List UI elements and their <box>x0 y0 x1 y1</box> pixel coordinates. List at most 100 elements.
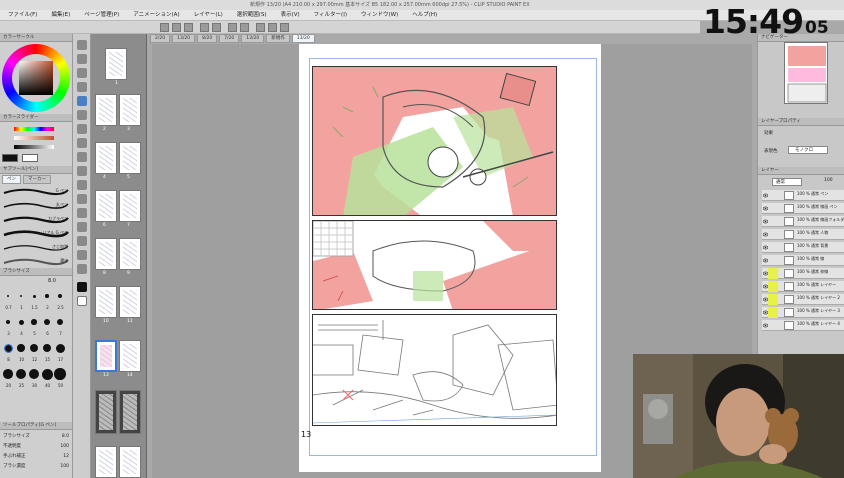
brush-item[interactable]: さじ加減 <box>2 241 70 254</box>
subtool-tab-marker[interactable]: マーカー <box>23 175 51 184</box>
doc-tab[interactable]: 新規作 <box>266 34 290 43</box>
main-color-swatch[interactable] <box>2 154 18 162</box>
layer-row[interactable]: 100 % 通常 枠線 <box>762 268 844 279</box>
eye-icon[interactable] <box>762 284 769 289</box>
correct-line-tool-icon[interactable] <box>77 264 87 274</box>
page-thumbnail[interactable] <box>119 190 141 222</box>
ruler-tool-icon[interactable] <box>77 222 87 232</box>
menu-animation[interactable]: アニメーション(A) <box>133 10 179 20</box>
brush-size-preset[interactable] <box>58 294 62 298</box>
page-thumbnail[interactable] <box>119 390 141 434</box>
brush-size-preset[interactable] <box>3 369 13 379</box>
brush-size-preset[interactable] <box>54 368 66 380</box>
undo-icon[interactable] <box>200 23 209 32</box>
menu-filter[interactable]: フィルター(I) <box>314 10 347 20</box>
brush-size-preset[interactable] <box>18 319 24 325</box>
doc-tab[interactable]: 7/20 <box>219 34 240 43</box>
eye-icon[interactable] <box>762 271 769 276</box>
layer-row[interactable]: 100 % 通常 ペン <box>762 190 844 201</box>
blend-mode-select[interactable]: 通常 <box>772 178 802 186</box>
brush-size-grid[interactable]: 0.7 1 1.5 2 2.5 3 4 5 6 7 8 10 12 15 17 20 25 30 40 50 <box>2 288 72 418</box>
eye-icon[interactable] <box>762 310 769 315</box>
main-color-icon[interactable] <box>77 282 87 292</box>
open-icon[interactable] <box>172 23 181 32</box>
brush-size-preset[interactable] <box>19 294 23 298</box>
property-row[interactable]: ブラシ濃度 100 <box>3 462 69 472</box>
brush-tool-icon[interactable] <box>77 124 87 134</box>
frame-tool-icon[interactable] <box>77 208 87 218</box>
hue-slider[interactable] <box>14 127 54 131</box>
brush-size-preset[interactable] <box>28 368 40 380</box>
expression-color-select[interactable]: モノクロ <box>788 146 828 154</box>
airbrush-tool-icon[interactable] <box>77 138 87 148</box>
brush-size-preset[interactable] <box>44 319 50 325</box>
manga-page[interactable]: 13 <box>299 44 601 472</box>
page-thumbnail[interactable] <box>119 286 141 318</box>
save-icon[interactable] <box>184 23 193 32</box>
brush-size-preset[interactable] <box>7 295 9 297</box>
operation-tool-icon[interactable] <box>77 68 87 78</box>
brush-item[interactable]: 丸ペン <box>2 199 70 212</box>
brush-size-preset[interactable] <box>56 318 64 326</box>
layer-row[interactable]: 100 % 通常 線画 ペン <box>762 203 844 214</box>
eye-icon[interactable] <box>762 206 769 211</box>
menu-selection[interactable]: 選択範囲(S) <box>237 10 267 20</box>
page-thumbnail[interactable] <box>95 142 117 174</box>
brush-size-preset[interactable] <box>30 344 38 352</box>
eye-icon[interactable] <box>762 323 769 328</box>
eye-icon[interactable] <box>762 297 769 302</box>
brush-item[interactable]: 濃淡 <box>2 255 70 268</box>
menu-help[interactable]: ヘルプ(H) <box>412 10 437 20</box>
comic-panel-2[interactable] <box>312 220 557 310</box>
move-tool-icon[interactable] <box>77 54 87 64</box>
value-slider[interactable] <box>14 145 54 149</box>
comic-panel-1[interactable] <box>312 66 557 216</box>
brush-size-preset[interactable] <box>3 343 13 353</box>
doc-tab[interactable]: 13/20 <box>241 34 265 43</box>
layer-row[interactable]: 100 % 通常 レイヤー 4 <box>762 320 844 331</box>
brush-size-preset[interactable] <box>32 294 36 298</box>
brush-size-preset[interactable] <box>17 344 25 352</box>
pencil-tool-icon[interactable] <box>77 110 87 120</box>
doc-tab[interactable]: 2/20 <box>150 34 171 43</box>
brush-size-preset[interactable] <box>5 319 11 325</box>
eraser-tool-icon[interactable] <box>77 152 87 162</box>
gradient-tool-icon[interactable] <box>77 180 87 190</box>
brush-item[interactable]: カブラペン <box>2 213 70 226</box>
page-thumbnail[interactable] <box>95 190 117 222</box>
brush-size-preset[interactable] <box>45 294 49 298</box>
doc-tab-active[interactable]: 13/20 <box>291 34 315 43</box>
selection-tool-icon[interactable] <box>77 82 87 92</box>
eye-icon[interactable] <box>762 219 769 224</box>
property-row[interactable]: 手ぶれ補正 12 <box>3 452 69 462</box>
menu-layer[interactable]: レイヤー(L) <box>194 10 223 20</box>
layer-row[interactable]: 100 % 通常 背景 <box>762 242 844 253</box>
page-thumbnail[interactable] <box>105 48 127 80</box>
doc-tab[interactable]: 13/20 <box>172 34 196 43</box>
layer-row[interactable]: 100 % 通常 レイヤー <box>762 281 844 292</box>
brush-item[interactable]: リアル G ペン <box>2 227 70 240</box>
color-wheel[interactable] <box>2 44 70 112</box>
eye-icon[interactable] <box>762 258 769 263</box>
brush-size-preset[interactable] <box>42 343 52 353</box>
layer-row[interactable]: 100 % 通常 レイヤー 2 <box>762 294 844 305</box>
menu-page[interactable]: ページ管理(P) <box>84 10 119 20</box>
sub-color-swatch[interactable] <box>22 154 38 162</box>
redo-icon[interactable] <box>212 23 221 32</box>
text-tool-icon[interactable] <box>77 236 87 246</box>
balloon-tool-icon[interactable] <box>77 250 87 260</box>
menu-window[interactable]: ウィンドウ(W) <box>361 10 398 20</box>
brush-size-preset[interactable] <box>55 343 65 353</box>
brush-item[interactable]: G ペン <box>2 185 70 198</box>
menu-view[interactable]: 表示(V) <box>281 10 300 20</box>
menu-edit[interactable]: 編集(E) <box>51 10 70 20</box>
page-thumbnail-active[interactable] <box>95 340 117 372</box>
transform-icon[interactable] <box>240 23 249 32</box>
page-thumbnail[interactable] <box>95 390 117 434</box>
figure-tool-icon[interactable] <box>77 194 87 204</box>
brush-size-preset[interactable] <box>41 368 53 380</box>
zoom-tool-icon[interactable] <box>77 40 87 50</box>
layer-row[interactable]: 100 % 通常 線画フォルダ <box>762 216 844 227</box>
subtool-tab-pen[interactable]: ペン <box>2 175 21 184</box>
eye-icon[interactable] <box>762 245 769 250</box>
